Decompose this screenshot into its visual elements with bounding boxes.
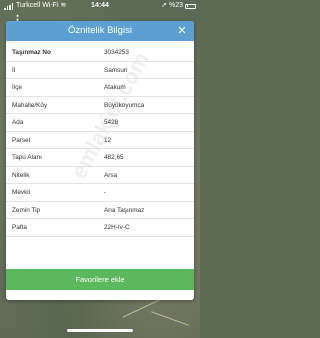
row-label: İlçe [12,84,22,91]
row-value: 482,65 [104,154,124,161]
table-row: İl Samsun [6,62,194,79]
row-value: - [104,189,107,196]
row-label: Ada [12,119,24,126]
dialog-header: Öznitelik Bilgisi ✕ [6,21,194,41]
table-row: Nitelik Arsa [6,167,194,184]
table-row: Mahalle/Köy Büyükoyumca [6,97,194,114]
row-label: Mahalle/Köy [12,101,48,109]
battery-percent: %23 [168,2,183,9]
table-row: Parsel 12 [6,132,194,149]
row-value: Samsun [104,66,128,74]
home-indicator[interactable] [67,329,133,332]
status-right: ➚ %23 [161,0,196,12]
row-label: Taşınmaz No [12,49,51,56]
row-label: Parsel [12,136,31,144]
row-label: Tapu Alanı [12,154,42,161]
close-icon[interactable]: ✕ [176,25,188,37]
table-row: Taşınmaz No 3034253 [6,44,194,62]
row-value: Büyükoyumca [104,101,145,109]
row-value: 22H-Iv-C [104,224,130,231]
row-label: Mevkii [12,189,31,196]
row-value: 5428 [104,119,119,126]
status-bar: Turkcell Wi-Fi ≋ 14:44 ➚ %23 [0,0,200,12]
row-value: 12 [104,136,112,144]
table-row: İlçe Atakum [6,79,194,97]
row-label: İl [12,66,16,74]
table-row: Mevkii - [6,184,194,202]
row-label: Zemin Tip [12,206,41,214]
row-label: Nitelik [12,171,30,179]
table-row: Ada 5428 [6,114,194,132]
battery-icon [185,3,196,9]
table-row: Zemin Tip Ana Taşınmaz [6,202,194,219]
add-to-favorites-button[interactable]: Favorilere ekle [6,269,194,290]
table-row: Pafta 22H-Iv-C [6,219,194,237]
attribute-table: Taşınmaz No 3034253 İl Samsun İlçe Atakum M… [6,44,194,237]
row-value: Ana Taşınmaz [104,206,145,214]
attribute-info-dialog: Öznitelik Bilgisi ✕ emlakjet.com Taşınma… [6,21,194,300]
row-label: Pafta [12,224,27,231]
dialog-title: Öznitelik Bilgisi [68,25,132,36]
row-value: 3034253 [104,49,129,56]
location-icon: ➚ [161,2,167,9]
table-row: Tapu Alanı 482,65 [6,149,194,167]
row-value: Atakum [104,84,126,91]
row-value: Arsa [104,171,118,179]
